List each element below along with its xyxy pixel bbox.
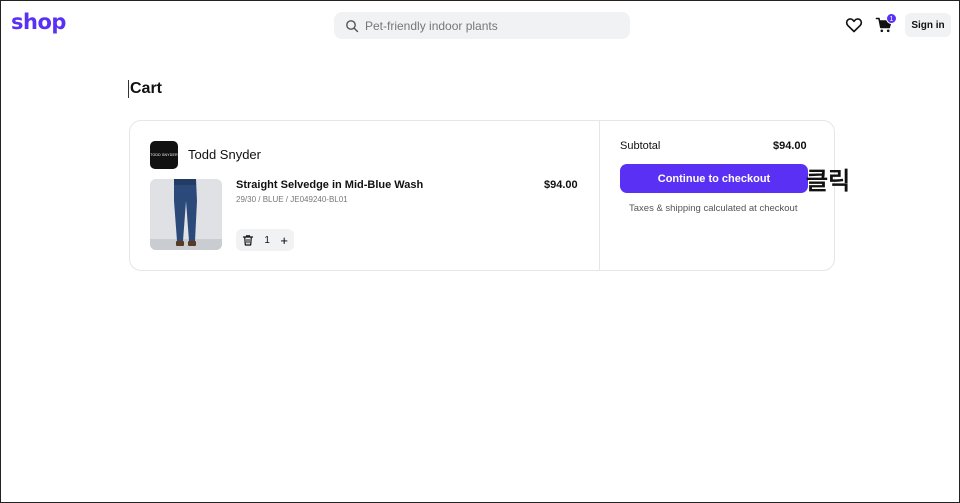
top-header: shop 1 Sign in [1,1,959,49]
card-divider [599,121,600,270]
search-input[interactable] [365,18,615,33]
continue-to-checkout-button[interactable]: Continue to checkout [620,164,808,193]
click-annotation: 클릭 [806,167,851,195]
search-bar[interactable] [334,12,630,39]
product-price: $94.00 [544,179,578,191]
plus-icon[interactable]: + [280,234,288,247]
sign-in-button[interactable]: Sign in [905,13,951,37]
product-variant: 29/30 / BLUE / JE049240-BL01 [236,195,348,204]
search-icon [345,19,359,33]
trash-icon[interactable] [242,234,254,246]
product-image[interactable] [150,179,222,250]
cart-card: TODD SNYDER NEW YORK Todd Snyder Straigh… [129,120,835,271]
heart-icon[interactable] [845,16,863,34]
shop-logo[interactable]: shop [11,10,66,34]
quantity-value: 1 [264,234,270,246]
merchant-name[interactable]: Todd Snyder [188,147,261,162]
cart-count-badge: 1 [886,13,897,24]
product-name[interactable]: Straight Selvedge in Mid-Blue Wash [236,179,423,191]
shipping-note: Taxes & shipping calculated at checkout [629,203,798,214]
merchant-logo[interactable]: TODD SNYDER NEW YORK [150,141,178,169]
page-title: Cart [128,80,163,98]
subtotal-value: $94.00 [773,140,807,152]
subtotal-label: Subtotal [620,140,661,152]
quantity-stepper: 1 + [236,229,294,251]
